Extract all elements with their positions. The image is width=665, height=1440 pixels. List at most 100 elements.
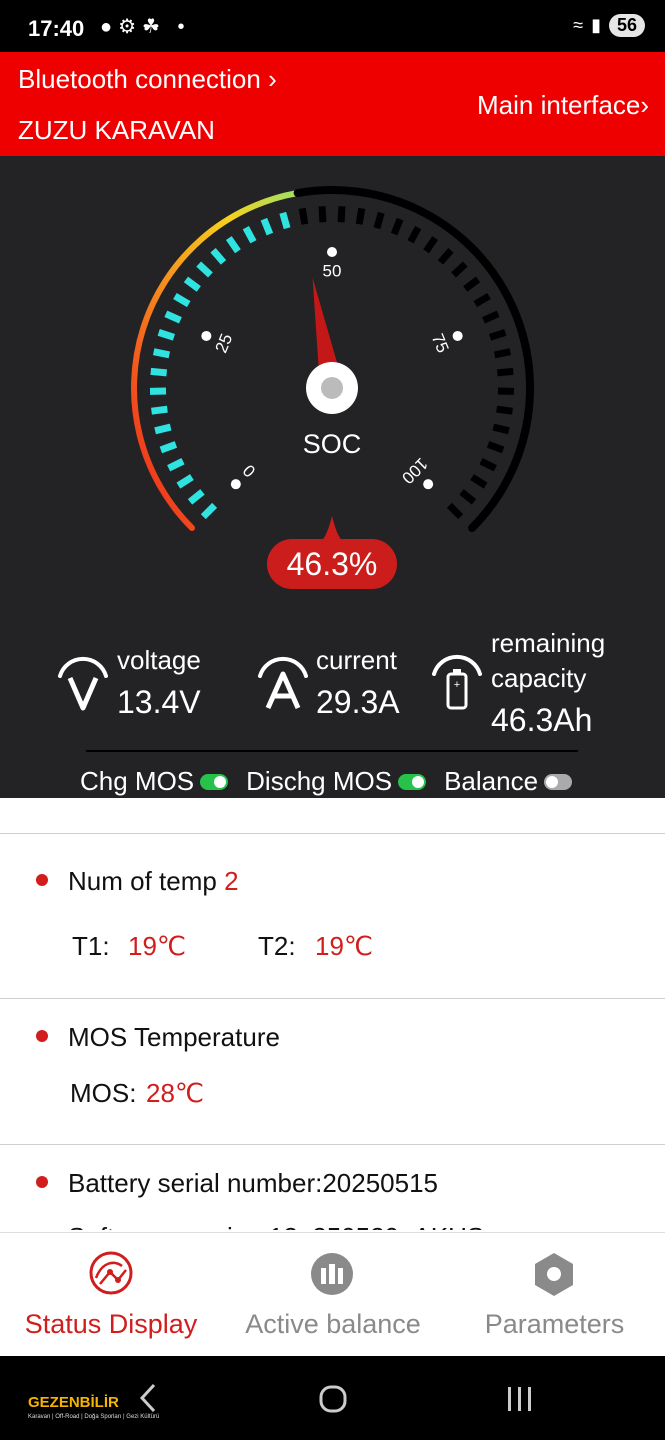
divider — [0, 833, 665, 834]
software-version: Software version:12_250520_AKUS — [68, 1222, 484, 1230]
num-temp-label: Num of temp — [68, 866, 217, 896]
gauge-segment — [298, 207, 309, 225]
mos-toggles: Chg MOS Dischg MOS Balance — [80, 766, 590, 797]
divider — [86, 750, 578, 752]
t2-label: T2: — [258, 931, 296, 961]
bullet-icon — [36, 1030, 48, 1042]
bluetooth-connection-link[interactable]: Bluetooth connection › — [18, 64, 277, 95]
gauge-segment — [459, 489, 477, 505]
active-balance-icon — [311, 1253, 353, 1295]
tab-parameters[interactable]: Parameters — [444, 1233, 665, 1357]
back-icon[interactable] — [136, 1382, 160, 1414]
mos-value: 28℃ — [146, 1078, 205, 1108]
soc-percentage-badge: 46.3% — [267, 539, 397, 589]
app-header: Bluetooth connection › ZUZU KARAVAN Main… — [0, 52, 665, 156]
gauge-segment — [164, 310, 182, 324]
gauge-segment — [496, 367, 514, 377]
voltage-icon — [58, 656, 108, 711]
chg-mos-label: Chg MOS — [80, 766, 195, 796]
num-temp-row: Num of temp 2 — [68, 866, 239, 897]
gauge-segment — [279, 211, 291, 230]
watermark-tagline: Karavan | Off-Road | Doğa Sporları | Gez… — [28, 1414, 160, 1420]
capacity-value: 46.3Ah — [491, 702, 593, 738]
gauge-segment — [150, 367, 168, 377]
notification-icons: ●⚙☘ • — [100, 16, 191, 38]
gauge-label: SOC — [303, 429, 362, 459]
battery-indicator: 56 — [608, 14, 645, 37]
wifi-icon: ≈ — [573, 15, 584, 35]
gauge-scale-label: 50 — [323, 261, 342, 280]
tab-active-balance-label: Active balance — [245, 1309, 421, 1339]
bluetooth-connection-label: Bluetooth connection — [18, 64, 261, 94]
recents-icon[interactable] — [505, 1385, 535, 1413]
battery-capacity-icon: + — [432, 654, 482, 710]
gauge-segment — [200, 502, 218, 520]
gauge-segment — [446, 502, 464, 520]
tab-status-display[interactable]: Status Display — [0, 1233, 222, 1357]
capacity-label-line2: capacity — [491, 663, 587, 693]
gauge-segment — [152, 348, 171, 359]
chg-mos-toggle[interactable] — [200, 773, 229, 790]
gauge-segment — [260, 217, 274, 236]
divider — [0, 998, 665, 999]
gauge-segment — [176, 474, 194, 489]
gauge-segment — [423, 236, 439, 254]
main-interface-label: Main interface — [477, 90, 641, 120]
gauge-segment — [488, 329, 507, 341]
current-value: 29.3A — [316, 684, 400, 720]
gauge-segment — [470, 474, 488, 489]
t2-value: 19℃ — [315, 931, 374, 961]
t1-value: 19℃ — [128, 931, 187, 961]
balance-toggle[interactable] — [544, 773, 573, 790]
needle-hub-center — [321, 377, 343, 399]
gauge-segment — [159, 441, 178, 454]
gauge-segment — [482, 310, 500, 324]
signal-icon: ▮ — [591, 15, 601, 35]
gauge-segment — [451, 261, 468, 278]
system-icons: ≈ ▮ 56 — [573, 14, 645, 37]
status-display-icon — [89, 1251, 133, 1295]
parameters-icon — [535, 1253, 573, 1296]
balance-label: Balance — [444, 766, 539, 796]
tab-active-balance[interactable]: Active balance — [222, 1233, 444, 1357]
gauge-segment — [157, 329, 176, 341]
svg-text:+: + — [454, 679, 460, 691]
gauge-segment — [337, 206, 346, 223]
soc-gauge: 0255075100 SOC — [131, 186, 534, 533]
gauge-segment — [225, 236, 241, 254]
current-icon — [258, 656, 308, 710]
mos-label: MOS: — [70, 1078, 137, 1108]
gauge-segment — [154, 423, 172, 435]
status-bar: 17:40 ●⚙☘ • ≈ ▮ 56 — [0, 0, 665, 52]
num-temp-value: 2 — [224, 866, 239, 896]
home-icon[interactable] — [318, 1384, 348, 1414]
gauge-scale-dot — [452, 330, 463, 341]
gauge-segment — [210, 247, 227, 265]
divider — [0, 1144, 665, 1145]
gauge-segment — [151, 405, 168, 415]
gauge-segment — [390, 217, 404, 236]
gauge-segment — [183, 276, 201, 292]
tab-status-display-label: Status Display — [24, 1309, 198, 1339]
bullet-icon — [36, 874, 48, 886]
gauge-segment — [496, 405, 513, 415]
battery-serial: Battery serial number:20250515 — [68, 1168, 439, 1198]
gauge-scale-label: 75 — [428, 331, 453, 356]
main-interface-link[interactable]: Main interface› — [477, 90, 649, 121]
gauge-scale-dot — [230, 479, 241, 490]
gauge-segment — [463, 276, 481, 292]
gauge-segment — [493, 348, 512, 359]
gauge-segment — [373, 211, 385, 230]
gauge-segment — [437, 247, 454, 265]
dischg-mos-toggle[interactable] — [398, 773, 427, 790]
details-list[interactable]: Num of temp 2 T1: 19℃ T2: 19℃ MOS Temper… — [0, 798, 665, 1230]
gauge-scale-label: 25 — [211, 331, 236, 356]
capacity-label-line1: remaining — [491, 628, 606, 658]
gauge-scale-dot — [423, 479, 434, 490]
chevron-right-icon: › — [640, 90, 649, 120]
gauge-segment — [355, 207, 366, 225]
bottom-tab-bar: Status Display Active balance Parameters — [0, 1232, 665, 1357]
gauge-segment — [479, 458, 497, 472]
gauge-segment — [242, 226, 257, 244]
gauge-segment — [486, 441, 505, 454]
